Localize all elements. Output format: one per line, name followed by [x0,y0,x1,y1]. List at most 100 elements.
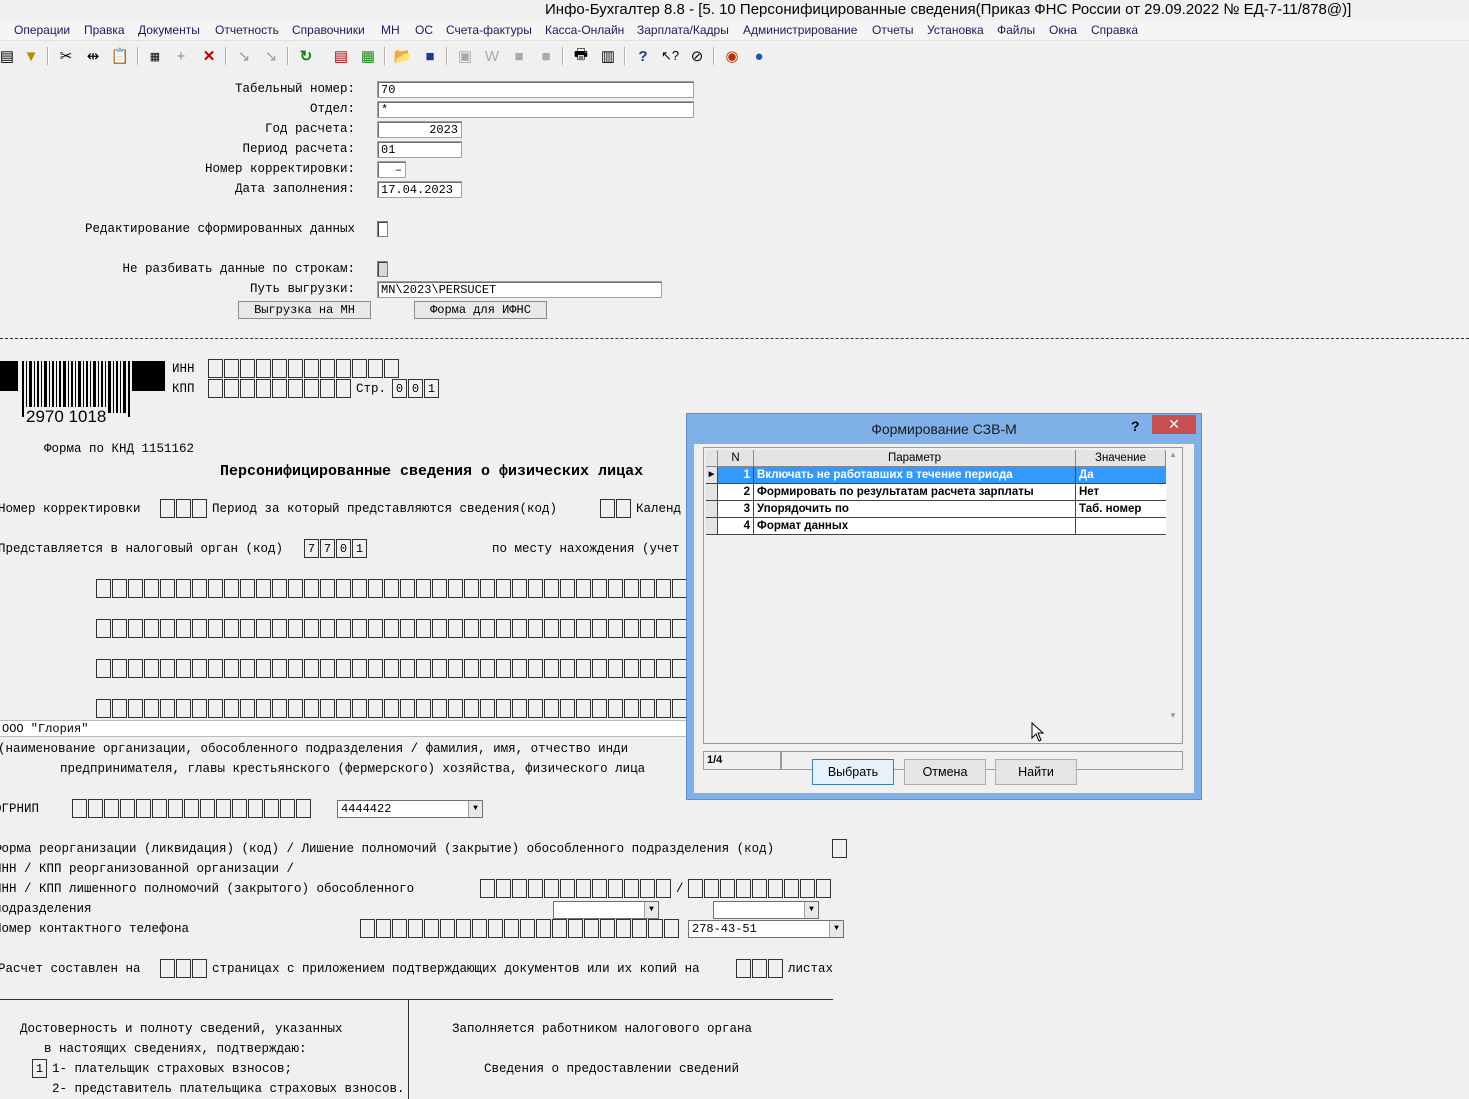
grid-header-param[interactable]: Параметр [754,450,1076,467]
name-cells-row-3[interactable] [96,659,688,678]
chevron-down-icon[interactable]: ▼ [829,921,843,937]
sheets-cells[interactable] [736,959,784,978]
knd-form-label: Форма по КНД 1151162 [44,442,195,456]
word-icon: W [484,47,500,65]
context-help-icon[interactable]: ↖? [659,45,681,67]
menu-item-help[interactable]: Справка [1091,23,1138,37]
open-folder-icon[interactable]: 📂 [392,45,414,67]
barcode [0,361,165,417]
page-label: Стр. [356,382,387,396]
menu-item-os[interactable]: ОС [415,23,433,37]
edit-data-checkbox[interactable] [377,221,388,237]
correction-input[interactable]: – [377,161,406,178]
document-icon[interactable]: ▤ [330,45,352,67]
list-icon[interactable]: ▤ [0,45,18,67]
pages-cells[interactable] [160,959,208,978]
form-ifns-button[interactable]: Форма для ИФНС [414,301,547,319]
period-input[interactable]: 01 [377,141,462,158]
menu-item-edit[interactable]: Правка [84,23,125,37]
tax-organ-cells[interactable]: 7701 [304,539,368,558]
signer-type-cell[interactable]: 1 [32,1059,48,1078]
preview-icon[interactable]: ▥ [597,45,619,67]
menu-item-windows[interactable]: Окна [1049,23,1077,37]
print-icon[interactable]: 🖶 [570,45,592,67]
menu-item-settings[interactable]: Установка [927,23,984,37]
correction-no-label: Номер корректировки [0,502,141,516]
table-row[interactable]: 2 Формировать по результатам расчета зар… [706,484,1168,501]
find-button[interactable]: Найти [995,759,1077,785]
reorg-kpp-combo[interactable]: ▼ [713,901,819,919]
tab-number-input[interactable]: 70 [377,81,694,98]
refresh-icon[interactable]: ↻ [295,45,317,67]
year-input[interactable]: 2023 [377,121,462,138]
chevron-down-icon[interactable]: ▼ [1166,711,1180,720]
kpp-cells[interactable] [208,379,352,398]
delete-icon[interactable]: ✕ [198,45,220,67]
close-button[interactable]: ✕ [1152,415,1196,434]
chevron-down-icon[interactable]: ▼ [644,902,658,918]
title-bar: Инфо-Бухгалтер 8.8 - [5. 10 Персонифицир… [0,0,1469,20]
cut-icon[interactable]: ✂ [55,45,77,67]
menu-item-mn[interactable]: МН [381,23,400,37]
export-path-input[interactable]: MN\2023\PERSUCET [377,281,662,298]
globe-icon[interactable]: ● [748,45,770,67]
select-button[interactable]: Выбрать [812,759,894,785]
phone-cells[interactable] [360,919,680,938]
reorg-code-cell[interactable] [832,839,848,858]
grid-header-n[interactable]: N [718,450,754,467]
calculator-180-icon[interactable]: ▦ [144,45,166,67]
compass-icon[interactable]: ⊘ [686,45,708,67]
reorg-inn-combo[interactable]: ▼ [553,901,659,919]
reorg-inn-cells[interactable] [480,879,672,898]
department-input[interactable]: * [377,101,694,118]
org-name-input[interactable]: ООО "Глория" [0,720,688,737]
spreadsheet-icon[interactable]: ▦ [357,45,379,67]
chevron-down-icon[interactable]: ▼ [804,902,818,918]
page-cells[interactable]: 001 [392,379,440,398]
help-icon[interactable]: ? [1131,418,1140,434]
cancel-button[interactable]: Отмена [904,759,986,785]
ogrnip-combo[interactable]: 4444422 ▼ [337,800,483,818]
table-row[interactable]: 4 Формат данных [706,518,1168,535]
ogrnip-cells[interactable] [72,799,312,818]
lifebuoy-icon[interactable]: ◉ [721,45,743,67]
no-split-checkbox[interactable] [377,261,388,277]
bottom-divider [0,999,833,1000]
menu-item-references[interactable]: Справочники [292,23,365,37]
menu-item-files[interactable]: Файлы [997,23,1035,37]
correction-cells[interactable] [160,499,208,518]
table-row[interactable]: 3 Упорядочить по Таб. номер [706,501,1168,518]
add-icon[interactable]: + [170,45,192,67]
fill-date-input[interactable]: 17.04.2023 [377,181,462,198]
vertical-scrollbar[interactable]: ▲ ▼ [1166,450,1180,720]
inn-cells[interactable] [208,359,400,378]
name-cells-row-1[interactable] [96,579,688,598]
menu-item-invoices[interactable]: Счета-фактуры [446,23,532,37]
chevron-up-icon[interactable]: ▲ [1166,450,1180,459]
save-icon[interactable]: ■ [419,45,441,67]
help-icon[interactable]: ? [632,45,654,67]
menu-item-cash-online[interactable]: Касса-Онлайн [545,23,624,37]
phone-combo[interactable]: 278-43-51 ▼ [688,920,844,938]
chevron-down-icon[interactable]: ▼ [468,801,482,817]
menu-item-salary[interactable]: Зарплата/Кадры [637,23,729,37]
period-code-cells[interactable] [600,499,632,518]
menu-item-operations[interactable]: Операции [14,23,70,37]
confirm-line-1: Достоверность и полноту сведений, указан… [20,1022,343,1036]
paste-icon[interactable]: 📋 [109,45,131,67]
menu-item-documents[interactable]: Документы [138,23,200,37]
menu-item-reports[interactable]: Отчеты [872,23,913,37]
table-row[interactable]: ▶ 1 Включать не работавших в течение пер… [706,467,1168,484]
grid-header-value[interactable]: Значение [1076,450,1166,467]
excel-icon: ▣ [457,48,473,65]
filter-icon[interactable]: ▼ [20,45,42,67]
dialog-caption[interactable]: Формирование СЗВ-М ? ✕ [687,414,1201,442]
reorg-kpp-cells[interactable] [688,879,832,898]
export-mn-button[interactable]: Выгрузка на МН [238,301,371,319]
name-cells-row-2[interactable] [96,619,688,638]
menu-item-administration[interactable]: Администрирование [743,23,857,37]
name-cells-row-4[interactable] [96,699,688,718]
menu-item-reporting[interactable]: Отчетность [215,23,279,37]
copy-icon[interactable]: ⇹ [82,45,104,67]
select-icon: ↘ [237,48,251,65]
